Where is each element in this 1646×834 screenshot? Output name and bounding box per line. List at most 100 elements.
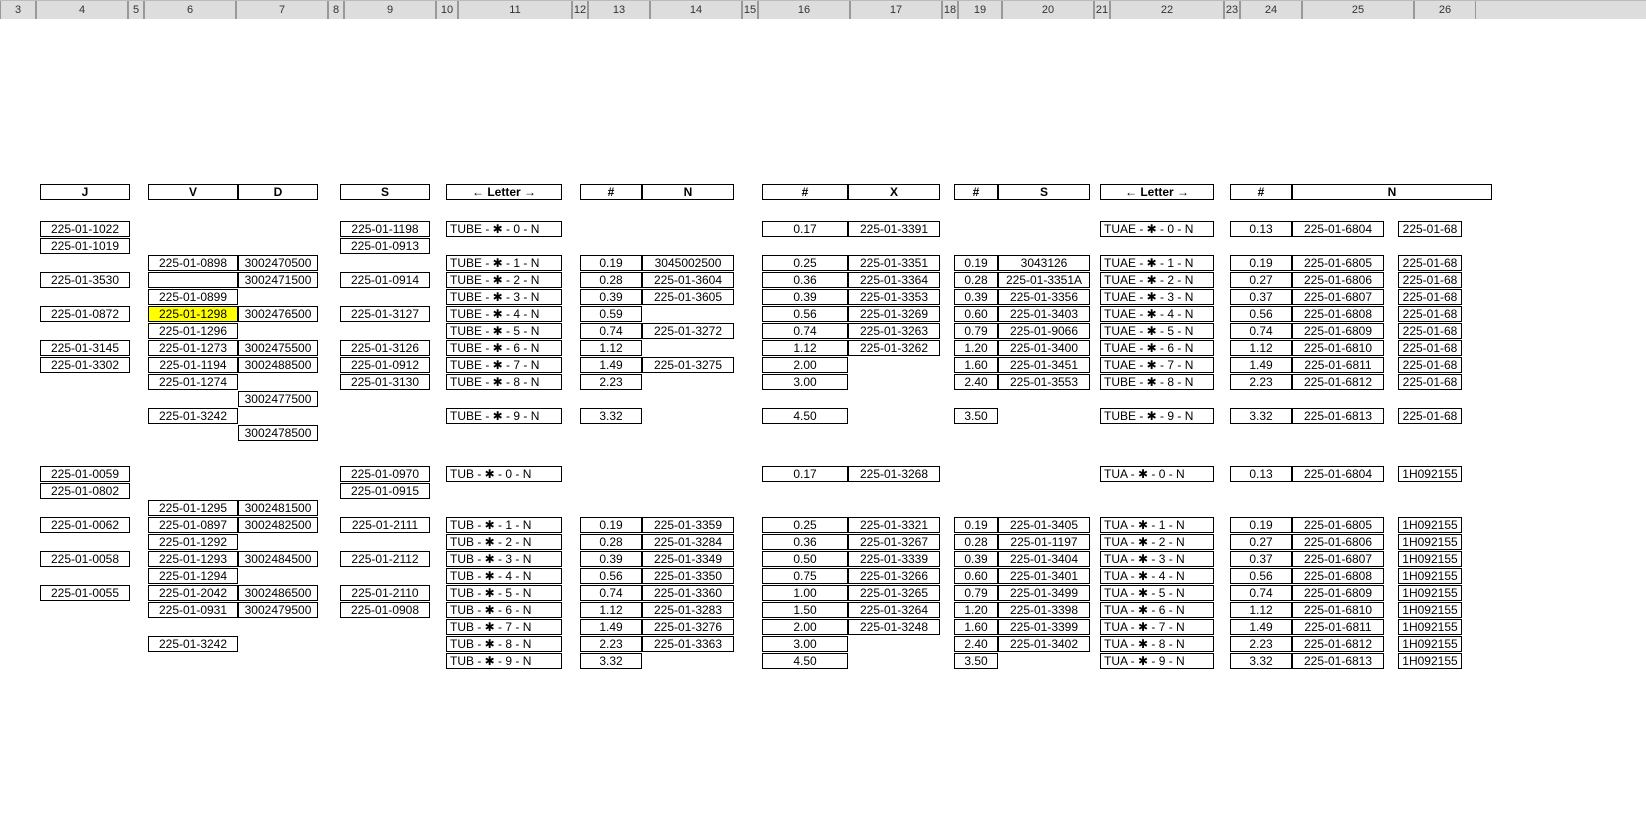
cell-sb-r6[interactable]: 225-01-9066 (998, 323, 1090, 339)
cell-n2b-r24[interactable]: 225-01-6813 (1292, 653, 1384, 669)
cell-l2-r6[interactable]: TUAE - ✱ - 5 - N (1100, 323, 1214, 339)
cell-sa-r4[interactable]: 0.39 (954, 289, 998, 305)
header-s[interactable]: S (340, 184, 430, 200)
header-letter-1[interactable]: ← Letter → (446, 184, 562, 200)
cell-l1-r23[interactable]: TUB - ✱ - 8 - N (446, 636, 562, 652)
cell-sa-r20[interactable]: 0.79 (954, 585, 998, 601)
cell-sa-r8[interactable]: 1.60 (954, 357, 998, 373)
cell-xa-r0[interactable]: 0.17 (762, 221, 848, 237)
cell-j-r20[interactable]: 225-01-0055 (40, 585, 130, 601)
cell-xa-r22[interactable]: 2.00 (762, 619, 848, 635)
cell-n2b-r19[interactable]: 225-01-6808 (1292, 568, 1384, 584)
cell-xb-r22[interactable]: 225-01-3248 (848, 619, 940, 635)
cell-l2-r5[interactable]: TUAE - ✱ - 4 - N (1100, 306, 1214, 322)
cell-sa-r5[interactable]: 0.60 (954, 306, 998, 322)
header-v[interactable]: V (148, 184, 238, 200)
cell-l2-r22[interactable]: TUA - ✱ - 7 - N (1100, 619, 1214, 635)
cell-v-r3[interactable] (148, 272, 238, 288)
cell-n2b-r4[interactable]: 225-01-6807 (1292, 289, 1384, 305)
cell-n2b-r21[interactable]: 225-01-6810 (1292, 602, 1384, 618)
cell-nb-r16[interactable]: 225-01-3359 (642, 517, 734, 533)
cell-xa-r24[interactable]: 4.50 (762, 653, 848, 669)
cell-d-r8[interactable]: 3002488500 (238, 357, 318, 373)
cell-na-r17[interactable]: 0.28 (580, 534, 642, 550)
cell-na-r7[interactable]: 1.12 (580, 340, 642, 356)
cell-l2-r23[interactable]: TUA - ✱ - 8 - N (1100, 636, 1214, 652)
cell-l1-r21[interactable]: TUB - ✱ - 6 - N (446, 602, 562, 618)
cell-l1-r20[interactable]: TUB - ✱ - 5 - N (446, 585, 562, 601)
cell-l2-r13[interactable]: TUA - ✱ - 0 - N (1100, 466, 1214, 482)
ruler-col-3[interactable]: 3 (0, 1, 36, 19)
ruler-col-10[interactable]: 10 (436, 1, 458, 19)
cell-l2-r21[interactable]: TUA - ✱ - 6 - N (1100, 602, 1214, 618)
cell-v-r11[interactable]: 225-01-3242 (148, 408, 238, 424)
cell-l1-r19[interactable]: TUB - ✱ - 4 - N (446, 568, 562, 584)
cell-xa-r6[interactable]: 0.74 (762, 323, 848, 339)
cell-d-r20[interactable]: 3002486500 (238, 585, 318, 601)
cell-d-r18[interactable]: 3002484500 (238, 551, 318, 567)
cell-s-r18[interactable]: 225-01-2112 (340, 551, 430, 567)
cell-s-r14[interactable]: 225-01-0915 (340, 483, 430, 499)
cell-n2b-r16[interactable]: 225-01-6805 (1292, 517, 1384, 533)
cell-n2a-r23[interactable]: 2.23 (1230, 636, 1292, 652)
cell-sb-r5[interactable]: 225-01-3403 (998, 306, 1090, 322)
ruler-col-19[interactable]: 19 (958, 1, 1002, 19)
cell-d-r5[interactable]: 3002476500 (238, 306, 318, 322)
cell-n2b-r23[interactable]: 225-01-6812 (1292, 636, 1384, 652)
cell-d-r15[interactable]: 3002481500 (238, 500, 318, 516)
cell-v-r18[interactable]: 225-01-1293 (148, 551, 238, 567)
cell-na-r6[interactable]: 0.74 (580, 323, 642, 339)
cell-sa-r23[interactable]: 2.40 (954, 636, 998, 652)
cell-s-r5[interactable]: 225-01-3127 (340, 306, 430, 322)
cell-nb-r4[interactable]: 225-01-3605 (642, 289, 734, 305)
cell-s-r21[interactable]: 225-01-0908 (340, 602, 430, 618)
cell-v-r17[interactable]: 225-01-1292 (148, 534, 238, 550)
cell-d-r21[interactable]: 3002479500 (238, 602, 318, 618)
cell-xa-r7[interactable]: 1.12 (762, 340, 848, 356)
ruler-col-18[interactable]: 18 (942, 1, 958, 19)
cell-n2c-r19[interactable]: 1H092155 (1398, 568, 1462, 584)
cell-nb-r23[interactable]: 225-01-3363 (642, 636, 734, 652)
cell-sa-r11[interactable]: 3.50 (954, 408, 998, 424)
cell-d-r16[interactable]: 3002482500 (238, 517, 318, 533)
cell-sb-r8[interactable]: 225-01-3451 (998, 357, 1090, 373)
ruler-col-8[interactable]: 8 (328, 1, 344, 19)
cell-xb-r16[interactable]: 225-01-3321 (848, 517, 940, 533)
cell-sa-r22[interactable]: 1.60 (954, 619, 998, 635)
cell-xa-r17[interactable]: 0.36 (762, 534, 848, 550)
cell-na-r3[interactable]: 0.28 (580, 272, 642, 288)
cell-na-r4[interactable]: 0.39 (580, 289, 642, 305)
cell-n2a-r2[interactable]: 0.19 (1230, 255, 1292, 271)
cell-l1-r11[interactable]: TUBE - ✱ - 9 - N (446, 408, 562, 424)
cell-v-r4[interactable]: 225-01-0899 (148, 289, 238, 305)
cell-xa-r3[interactable]: 0.36 (762, 272, 848, 288)
cell-n2c-r24[interactable]: 1H092155 (1398, 653, 1462, 669)
cell-s-r1[interactable]: 225-01-0913 (340, 238, 430, 254)
cell-na-r5[interactable]: 0.59 (580, 306, 642, 322)
cell-l1-r16[interactable]: TUB - ✱ - 1 - N (446, 517, 562, 533)
cell-n2a-r3[interactable]: 0.27 (1230, 272, 1292, 288)
header-s1a[interactable]: # (954, 184, 998, 200)
ruler-col-14[interactable]: 14 (650, 1, 742, 19)
cell-l2-r7[interactable]: TUAE - ✱ - 6 - N (1100, 340, 1214, 356)
cell-j-r8[interactable]: 225-01-3302 (40, 357, 130, 373)
cell-xb-r20[interactable]: 225-01-3265 (848, 585, 940, 601)
cell-n2c-r6[interactable]: 225-01-68 (1398, 323, 1462, 339)
cell-n2c-r3[interactable]: 225-01-68 (1398, 272, 1462, 288)
cell-n2a-r18[interactable]: 0.37 (1230, 551, 1292, 567)
cell-n2c-r22[interactable]: 1H092155 (1398, 619, 1462, 635)
cell-j-r5[interactable]: 225-01-0872 (40, 306, 130, 322)
cell-n2a-r11[interactable]: 3.32 (1230, 408, 1292, 424)
cell-sb-r18[interactable]: 225-01-3404 (998, 551, 1090, 567)
cell-j-r18[interactable]: 225-01-0058 (40, 551, 130, 567)
cell-na-r23[interactable]: 2.23 (580, 636, 642, 652)
cell-l2-r4[interactable]: TUAE - ✱ - 3 - N (1100, 289, 1214, 305)
header-letter-2[interactable]: ← Letter → (1100, 184, 1214, 200)
cell-v-r21[interactable]: 225-01-0931 (148, 602, 238, 618)
cell-n2b-r7[interactable]: 225-01-6810 (1292, 340, 1384, 356)
cell-d-r3[interactable]: 3002471500 (238, 272, 318, 288)
cell-sb-r22[interactable]: 225-01-3399 (998, 619, 1090, 635)
cell-v-r16[interactable]: 225-01-0897 (148, 517, 238, 533)
cell-l1-r8[interactable]: TUBE - ✱ - 7 - N (446, 357, 562, 373)
cell-n2b-r8[interactable]: 225-01-6811 (1292, 357, 1384, 373)
